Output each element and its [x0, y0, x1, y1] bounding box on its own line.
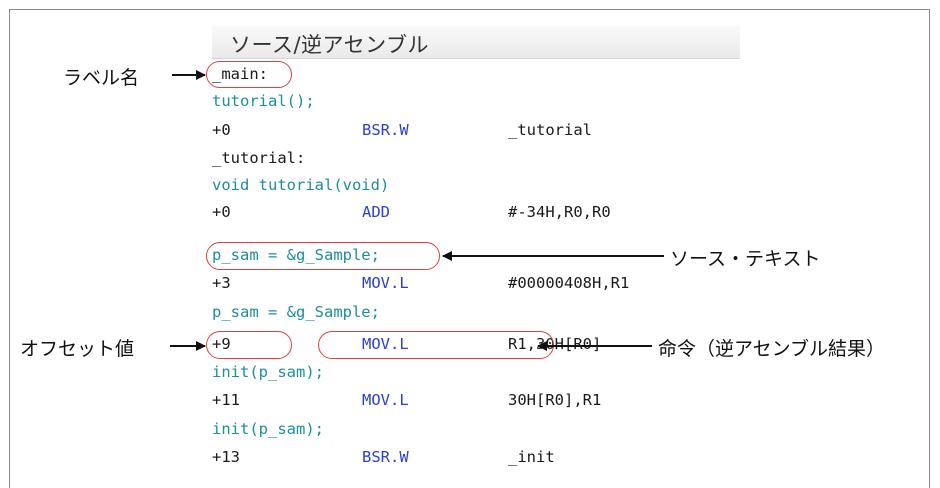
annotation-arrows — [170, 70, 664, 351]
